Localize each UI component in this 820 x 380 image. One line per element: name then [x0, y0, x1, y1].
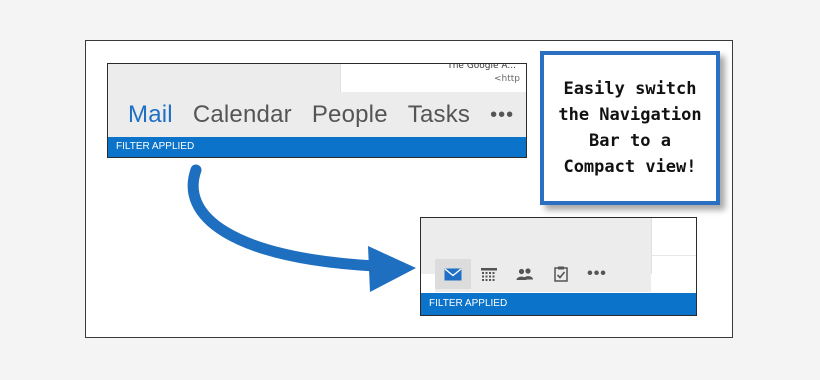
arrow-head	[368, 246, 416, 292]
status-bar: FILTER APPLIED	[421, 293, 696, 315]
calendar-icon[interactable]	[471, 259, 507, 289]
callout-text: Easily switch the Navigation Bar to a Co…	[558, 79, 702, 177]
divider	[652, 255, 696, 256]
more-options-button[interactable]: •••	[579, 259, 615, 289]
more-icon: •••	[587, 265, 607, 282]
arrow-shaft	[187, 164, 381, 272]
tasks-icon[interactable]	[543, 259, 579, 289]
mail-icon[interactable]	[435, 259, 471, 289]
reading-pane	[651, 218, 696, 274]
people-icon[interactable]	[507, 259, 543, 289]
navigation-bar-compact: •••	[435, 256, 651, 292]
compact-navigation-screenshot: ••• FILTER APPLIED	[420, 217, 697, 316]
callout-box: Easily switch the Navigation Bar to a Co…	[540, 51, 720, 205]
